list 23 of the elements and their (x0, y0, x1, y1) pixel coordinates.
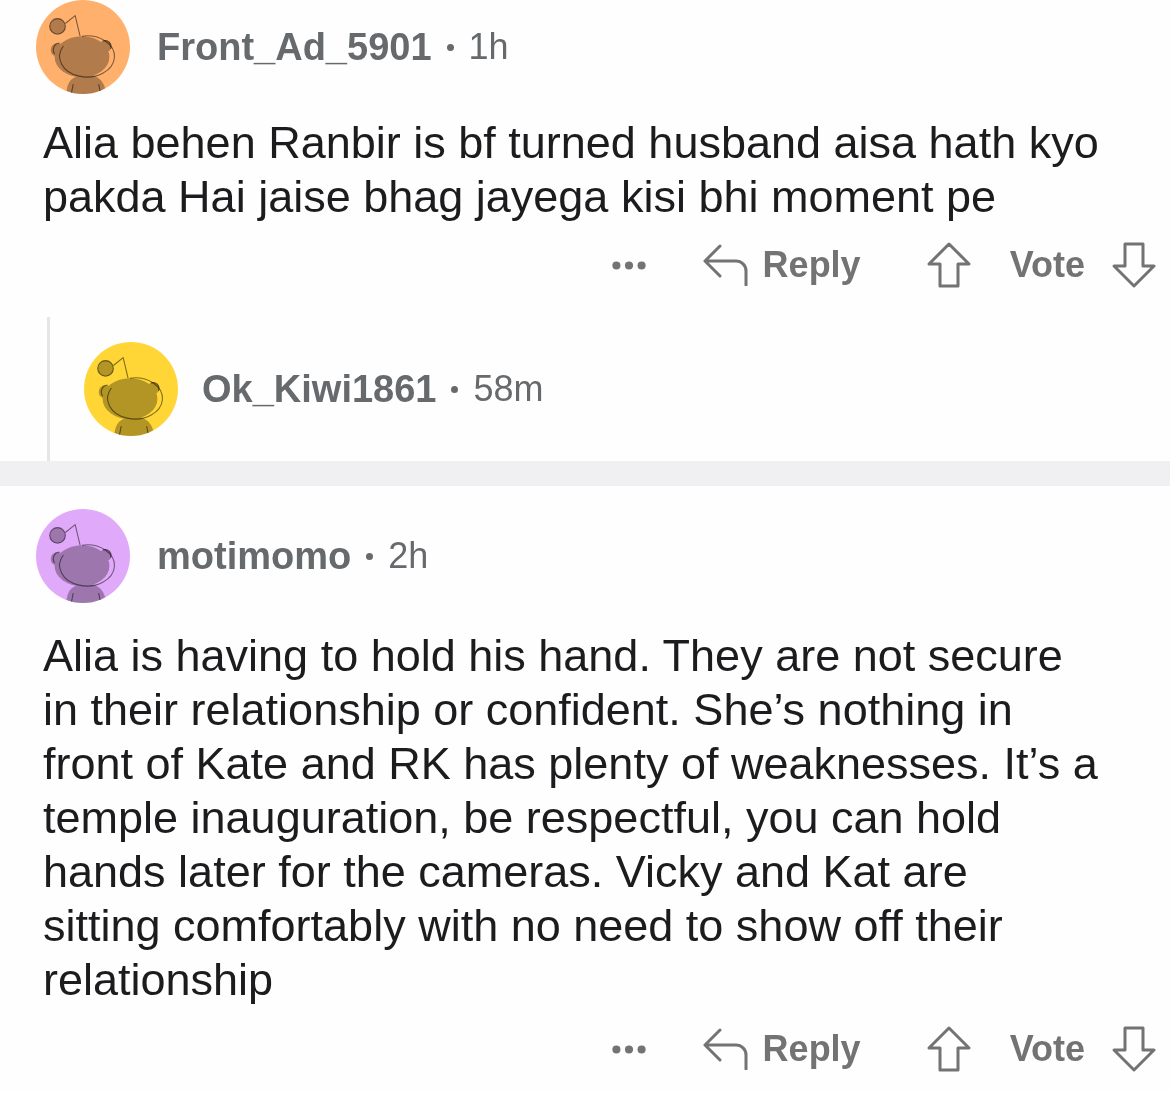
up-arrow-icon[interactable] (926, 242, 971, 288)
comment-age: 58m (473, 371, 544, 407)
comment-age: 1h (468, 29, 509, 65)
reply-button[interactable]: Reply (702, 244, 861, 286)
vote-label: Vote (1009, 247, 1085, 283)
more-icon[interactable] (610, 260, 647, 270)
vote-label: Vote (1009, 1031, 1085, 1067)
comment-age: 2h (388, 538, 429, 574)
up-arrow-icon[interactable] (926, 1026, 971, 1072)
comment-text: Alia behen Ranbir is bf turned husband aisa hath kyo pakda Hai jaise bhag jayega kisi bhi moment pe (43, 116, 1099, 224)
down-arrow-icon[interactable] (1112, 242, 1156, 288)
username[interactable]: Ok_Kiwi1861 (202, 370, 437, 408)
avatar-icon (36, 509, 130, 603)
more-icon[interactable] (610, 1044, 647, 1054)
comment-text: Alia is having to hold his hand. They are not secure in their relationship or confident. She’s nothing in front of Kate and RK has plenty of weaknesses. It’s a temple inauguration, be respectful, you can hold hands later for the cameras. Vicky and Kat are sitting comfortably with no need to show off their relationship (43, 629, 1098, 1007)
reply-arrow-icon (702, 1028, 749, 1070)
down-arrow-icon[interactable] (1112, 1026, 1156, 1072)
reply-arrow-icon (702, 244, 749, 286)
avatar-icon (84, 342, 178, 436)
avatar-icon (36, 0, 130, 94)
reply-button[interactable]: Reply (702, 1028, 861, 1070)
username[interactable]: Front_Ad_5901 (157, 28, 432, 66)
username[interactable]: motimomo (157, 537, 352, 575)
